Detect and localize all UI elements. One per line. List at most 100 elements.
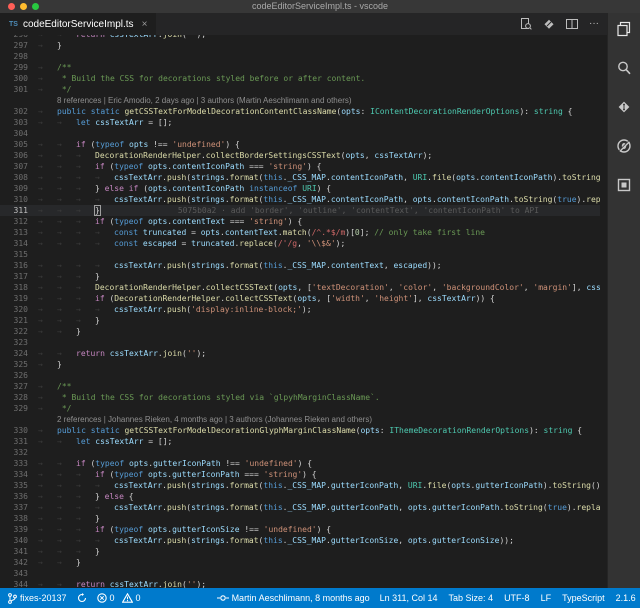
tab-whitespace-arrow: → [95,535,114,546]
close-tab-icon[interactable]: × [142,19,148,30]
codelens-annotation[interactable]: 8 references | Eric Amodio, 2 days ago |… [0,95,600,106]
line-number: 323 [0,337,38,348]
code-line[interactable]: 322→→} [0,326,600,337]
debug-icon[interactable] [614,136,634,156]
open-preview-icon[interactable] [520,18,532,30]
explorer-icon[interactable] [614,19,634,39]
close-window-button[interactable] [8,3,15,10]
open-changes-icon[interactable] [543,18,555,30]
tab-size-item[interactable]: Tab Size: 4 [449,593,494,603]
code-line[interactable]: 344→→return cssTextArr.join(''); [0,579,600,588]
code-line[interactable]: 327→/** [0,381,600,392]
search-icon[interactable] [614,58,634,78]
code-line[interactable]: 323 [0,337,600,348]
code-line[interactable]: 321→→→} [0,315,600,326]
code-line[interactable]: 303→→let cssTextArr = []; [0,117,600,128]
code-line[interactable]: 326 [0,370,600,381]
more-actions-icon[interactable]: ··· [589,18,599,30]
line-number: 322 [0,326,38,337]
code-line[interactable]: 314→→→→const escaped = truncated.replace… [0,238,600,249]
eol-item[interactable]: LF [541,593,552,603]
line-number: 313 [0,227,38,238]
tab-whitespace-arrow: → [38,73,57,84]
code-line[interactable]: 304 [0,128,600,139]
code-line[interactable]: 301→ */ [0,84,600,95]
vscode-window: codeEditorServiceImpl.ts - vscode TS cod… [0,0,640,608]
blame-text: Martin Aeschlimann, 8 months ago [232,593,370,603]
code-line[interactable]: 318→→→DecorationRenderHelper.collectCSST… [0,282,600,293]
code-line[interactable]: 328→ * Build the CSS for decorations sty… [0,392,600,403]
code-line[interactable]: 310→→→→cssTextArr.push(strings.format(th… [0,194,600,205]
ts-version-item[interactable]: 2.1.6 [616,593,636,603]
code-line[interactable]: 339→→→if (typeof opts.gutterIconSize !==… [0,524,600,535]
tab-whitespace-arrow: → [38,392,57,403]
code-line[interactable]: 333→→if (typeof opts.gutterIconPath !== … [0,458,600,469]
title-bar: codeEditorServiceImpl.ts - vscode [0,0,640,13]
code-line[interactable]: 330→public static getCSSTextForModelDeco… [0,425,600,436]
code-line[interactable]: 336→→→} else { [0,491,600,502]
tab-codeEditorServiceImpl[interactable]: TS codeEditorServiceImpl.ts × [0,13,156,35]
extensions-icon[interactable] [614,175,634,195]
codelens-annotation[interactable]: 2 references | Johannes Rieken, 4 months… [0,414,600,425]
problems-item[interactable]: 0 0 [97,593,141,603]
line-number: 324 [0,348,38,359]
line-number: 312 [0,216,38,227]
code-line[interactable]: 299→/** [0,62,600,73]
tab-whitespace-arrow: → [76,271,95,282]
code-line[interactable]: 315 [0,249,600,260]
source-control-icon[interactable] [614,97,634,117]
code-line[interactable]: 297→} [0,40,600,51]
gitlens-blame-item[interactable]: Martin Aeschlimann, 8 months ago [217,593,370,603]
tab-whitespace-arrow: → [95,227,114,238]
code-line[interactable]: 311→→→}5075b0a2 · add 'border', 'outline… [0,205,600,216]
line-number: 311 [0,205,38,216]
sync-button[interactable] [77,593,87,603]
code-line[interactable]: 338→→→} [0,513,600,524]
line-number: 343 [0,568,38,579]
code-line[interactable]: 341→→→} [0,546,600,557]
maximize-window-button[interactable] [32,3,39,10]
code-line[interactable]: 316→→→→cssTextArr.push(strings.format(th… [0,260,600,271]
line-number: 325 [0,359,38,370]
code-line[interactable]: 308→→→→cssTextArr.push(strings.format(th… [0,172,600,183]
tab-whitespace-arrow: → [76,469,95,480]
tab-whitespace-arrow: → [76,194,95,205]
code-editor[interactable]: 296→→return cssTextArr.join('');297→}298… [0,35,600,588]
tab-whitespace-arrow: → [38,557,57,568]
code-line[interactable]: 342→→} [0,557,600,568]
code-line[interactable]: 332 [0,447,600,458]
code-line[interactable]: 312→→→if (typeof opts.contentText === 's… [0,216,600,227]
code-line[interactable]: 298 [0,51,600,62]
code-line[interactable]: 329→ */ [0,403,600,414]
git-branch-item[interactable]: fixes-20137 [8,593,67,604]
encoding-item[interactable]: UTF-8 [504,593,530,603]
code-line[interactable]: 319→→→if (DecorationRenderHelper.collect… [0,293,600,304]
line-number: 299 [0,62,38,73]
code-line[interactable]: 309→→→} else if (opts.contentIconPath in… [0,183,600,194]
tab-whitespace-arrow: → [76,183,95,194]
code-line[interactable]: 305→→if (typeof opts !== 'undefined') { [0,139,600,150]
line-number: 307 [0,161,38,172]
code-line[interactable]: 320→→→→cssTextArr.push('display:inline-b… [0,304,600,315]
code-line[interactable]: 306→→→DecorationRenderHelper.collectBord… [0,150,600,161]
code-line[interactable]: 307→→→if (typeof opts.contentIconPath ==… [0,161,600,172]
code-line[interactable]: 324→→return cssTextArr.join(''); [0,348,600,359]
code-line[interactable]: 340→→→→cssTextArr.push(strings.format(th… [0,535,600,546]
code-line[interactable]: 317→→→} [0,271,600,282]
code-line[interactable]: 343 [0,568,600,579]
code-line[interactable]: 300→ * Build the CSS for decorations sty… [0,73,600,84]
line-number: 338 [0,513,38,524]
code-line[interactable]: 325→} [0,359,600,370]
line-number: 301 [0,84,38,95]
code-line[interactable]: 335→→→→cssTextArr.push(strings.format(th… [0,480,600,491]
cursor-position-item[interactable]: Ln 311, Col 14 [380,593,438,603]
tab-whitespace-arrow: → [38,359,57,370]
code-line[interactable]: 337→→→→cssTextArr.push(strings.format(th… [0,502,600,513]
code-line[interactable]: 302→public static getCSSTextForModelDeco… [0,106,600,117]
language-item[interactable]: TypeScript [562,593,605,603]
code-line[interactable]: 313→→→→const truncated = opts.contentTex… [0,227,600,238]
minimize-window-button[interactable] [20,3,27,10]
split-editor-icon[interactable] [566,18,578,30]
code-line[interactable]: 334→→→if (typeof opts.gutterIconPath ===… [0,469,600,480]
code-line[interactable]: 331→→let cssTextArr = []; [0,436,600,447]
